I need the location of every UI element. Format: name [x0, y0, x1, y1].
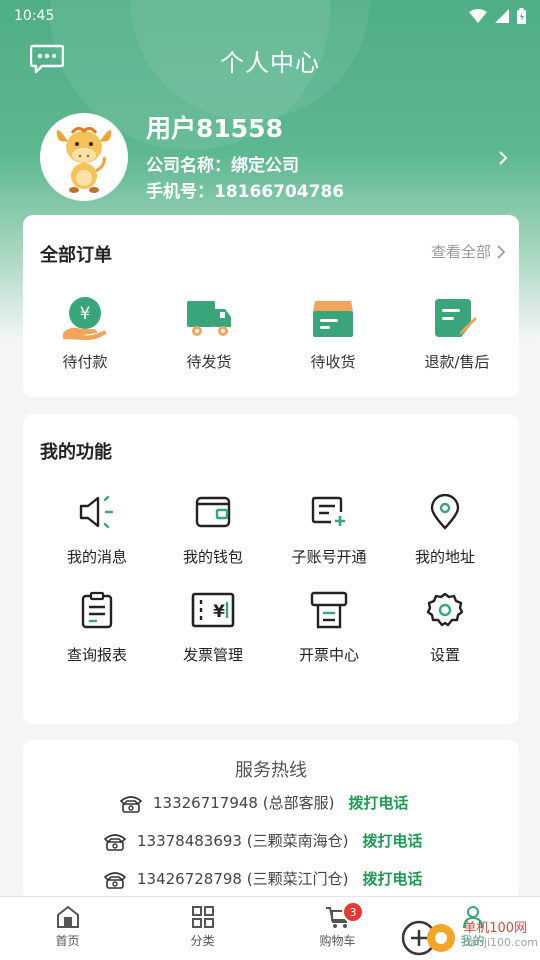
- hotline-row: 13426728798 (三颗菜江门仓) 拨打电话: [103, 868, 422, 889]
- function-label: 我的钱包: [182, 548, 243, 566]
- functions-title: 我的功能: [40, 442, 112, 463]
- page-title: 个人中心: [220, 48, 320, 77]
- watermark-logo-icon: [401, 920, 456, 956]
- truck-icon: [187, 301, 231, 336]
- gear-icon: [427, 592, 463, 627]
- invoice-icon: ¥: [191, 592, 235, 628]
- view-all-orders-link[interactable]: 查看全部: [431, 241, 505, 262]
- watermark-text: 单机100网: [463, 921, 528, 936]
- function-label: 发票管理: [182, 646, 243, 664]
- profile-info: 用户81558 公司名称：绑定公司 手机号：18166704786: [146, 109, 344, 205]
- orders-title: 全部订单: [40, 245, 112, 266]
- orders-card: 全部订单 查看全部 ¥ 待付款 待发货 待收货 退款/售后: [23, 215, 519, 397]
- tab-cart[interactable]: 3 购物车: [270, 897, 405, 960]
- order-pending-shipment[interactable]: 待发货: [154, 295, 264, 372]
- tab-home[interactable]: 首页: [0, 897, 135, 960]
- telephone-icon: [103, 833, 127, 851]
- chevron-right-icon: [497, 244, 505, 259]
- hotline-number: 13326717948 (总部客服): [153, 794, 335, 812]
- order-status-row: ¥ 待付款 待发货 待收货 退款/售后: [23, 295, 519, 372]
- home-icon: [56, 905, 79, 928]
- call-button[interactable]: 拨打电话: [362, 830, 422, 851]
- box-icon: [313, 301, 353, 337]
- status-time: 10:45: [14, 8, 55, 24]
- order-refund-aftersale[interactable]: 退款/售后: [402, 295, 512, 372]
- order-item-label: 退款/售后: [424, 353, 490, 371]
- chevron-right-icon[interactable]: [498, 150, 508, 166]
- status-icons: [469, 8, 526, 24]
- function-label: 我的消息: [66, 548, 127, 566]
- order-item-label: 待收货: [310, 353, 356, 371]
- page-header: 个人中心: [0, 40, 540, 80]
- printer-icon: [310, 591, 348, 629]
- hotline-row: 13378483693 (三颗菜南海仓) 拨打电话: [103, 830, 422, 851]
- function-my-wallet[interactable]: 我的钱包: [155, 490, 271, 570]
- function-label: 设置: [429, 646, 460, 664]
- hotline-title: 服务热线: [235, 760, 307, 781]
- telephone-icon: [103, 871, 127, 889]
- order-pending-receipt[interactable]: 待收货: [278, 295, 388, 372]
- grid-icon: [191, 906, 214, 928]
- order-item-label: 待发货: [186, 353, 232, 371]
- user-name: 用户81558: [146, 114, 283, 143]
- hotline-card: 服务热线 13326717948 (总部客服) 拨打电话 13378483693…: [23, 740, 519, 900]
- clipboard-icon: [81, 591, 113, 629]
- refund-icon: [435, 299, 477, 337]
- payment-icon: ¥: [63, 297, 107, 341]
- svg-text:¥: ¥: [80, 304, 91, 324]
- call-button[interactable]: 拨打电话: [348, 792, 408, 813]
- function-my-messages[interactable]: 我的消息: [39, 490, 155, 570]
- speaker-icon: [79, 495, 114, 529]
- status-bar: 10:45: [0, 0, 540, 32]
- order-pending-payment[interactable]: ¥ 待付款: [30, 295, 140, 372]
- hotline-number: 13426728798 (三颗菜江门仓): [137, 870, 349, 888]
- company-name: 公司名称：绑定公司: [146, 156, 299, 176]
- function-label: 开票中心: [298, 646, 359, 664]
- function-label: 我的地址: [414, 548, 475, 566]
- functions-card: 我的功能 我的消息 我的钱包 子账号开通 我的地址 查询报表 ¥ 发票管理 开票…: [23, 414, 519, 724]
- function-invoicing-center[interactable]: 开票中心: [271, 588, 387, 668]
- profile-section[interactable]: 用户81558 公司名称：绑定公司 手机号：18166704786: [40, 112, 520, 202]
- function-label: 子账号开通: [291, 548, 367, 566]
- function-invoice-management[interactable]: ¥ 发票管理: [155, 588, 271, 668]
- chat-icon[interactable]: [30, 44, 64, 74]
- signal-icon: [495, 9, 509, 23]
- location-icon: [430, 494, 460, 530]
- wallet-icon: [195, 496, 231, 528]
- avatar[interactable]: [40, 113, 128, 201]
- cart-count-badge: 3: [342, 901, 364, 923]
- hotline-row: 13326717948 (总部客服) 拨打电话: [119, 792, 408, 813]
- function-my-address[interactable]: 我的地址: [387, 490, 503, 570]
- function-settings[interactable]: 设置: [387, 588, 503, 668]
- call-button[interactable]: 拨打电话: [362, 868, 422, 889]
- functions-grid: 我的消息 我的钱包 子账号开通 我的地址 查询报表 ¥ 发票管理 开票中心 设置: [39, 490, 503, 668]
- cow-mascot-icon: [56, 126, 112, 193]
- tab-label: 分类: [190, 934, 215, 948]
- function-sub-account[interactable]: 子账号开通: [271, 490, 387, 570]
- svg-text:¥: ¥: [213, 602, 225, 622]
- wifi-icon: [469, 9, 487, 23]
- view-all-label: 查看全部: [430, 243, 491, 261]
- add-account-icon: [311, 496, 345, 526]
- tab-label: 购物车: [319, 934, 356, 948]
- telephone-icon: [119, 795, 143, 813]
- hotline-number: 13378483693 (三颗菜南海仓): [137, 832, 349, 850]
- battery-icon: [517, 8, 526, 24]
- watermark-subtext: danji100.com: [463, 936, 538, 949]
- order-item-label: 待付款: [62, 353, 108, 371]
- watermark-logo: 单机100网 danji100.com: [401, 914, 538, 958]
- function-query-report[interactable]: 查询报表: [39, 588, 155, 668]
- tab-label: 首页: [55, 934, 80, 948]
- tab-category[interactable]: 分类: [135, 897, 270, 960]
- phone-number: 手机号：18166704786: [146, 182, 345, 202]
- function-label: 查询报表: [66, 646, 127, 664]
